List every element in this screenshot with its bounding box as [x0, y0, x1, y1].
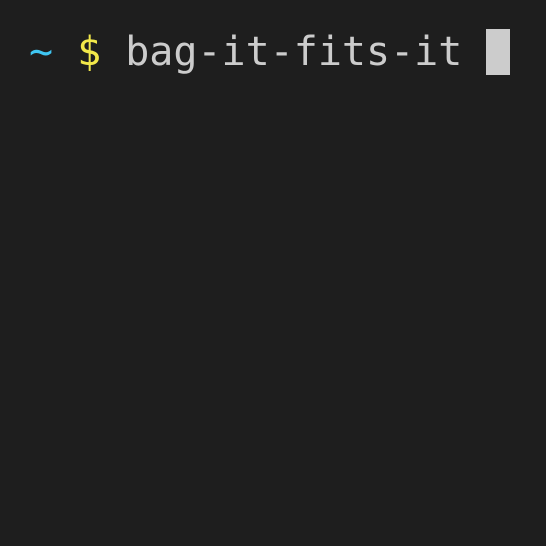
prompt-line: ~ $ bag-it-fits-it [29, 28, 511, 76]
block-cursor [486, 29, 511, 75]
command-input-text[interactable]: bag-it-fits-it [125, 28, 462, 76]
terminal-window[interactable]: ~ $ bag-it-fits-it [0, 0, 546, 546]
cwd-indicator: ~ [29, 29, 54, 75]
prompt-symbol: $ [77, 29, 102, 75]
